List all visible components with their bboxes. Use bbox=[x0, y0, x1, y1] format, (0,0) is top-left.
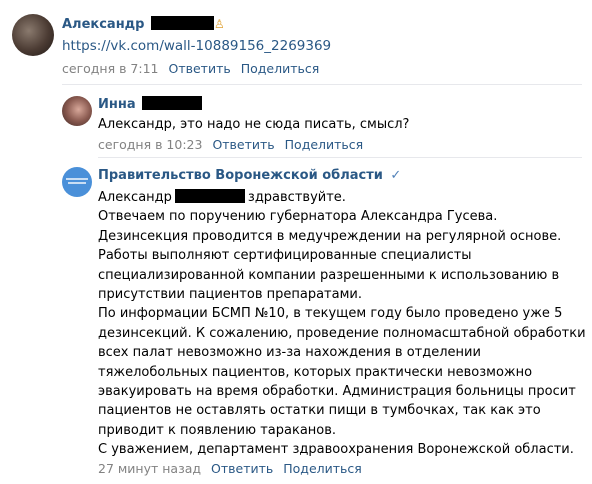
comment-meta: сегодня в 10:23 Ответить Поделиться bbox=[98, 137, 363, 152]
comment-meta: сегодня в 7:11 Ответить Поделиться bbox=[62, 61, 319, 76]
comment-line: Дезинсекция проводится в медучреждении н… bbox=[98, 228, 562, 244]
avatar[interactable] bbox=[62, 167, 92, 197]
checkmark-icon: ✓ bbox=[390, 168, 402, 183]
comment-line: эвакуировать на время обработки. Админис… bbox=[98, 384, 576, 400]
author-name[interactable]: Инна bbox=[98, 97, 136, 112]
comment-line: тяжелобольных пациентов, которых практич… bbox=[98, 364, 533, 380]
comment-time[interactable]: сегодня в 7:11 bbox=[62, 61, 159, 76]
comment-author[interactable]: Инна bbox=[98, 96, 203, 112]
share-button[interactable]: Поделиться bbox=[285, 137, 364, 152]
reply-button[interactable]: Ответить bbox=[211, 461, 273, 476]
comment-line: присутствии пациентов препаратами. bbox=[98, 287, 362, 303]
comment-line: Работы выполняют сертифицированные специ… bbox=[98, 248, 472, 264]
comment-body: Александр здравствуйте. Отвечаем по поруч… bbox=[98, 188, 586, 460]
emoji-icon: ♙ bbox=[214, 17, 225, 31]
avatar[interactable] bbox=[12, 14, 54, 56]
comment-line: приводит к появлению тараканов. bbox=[98, 422, 337, 438]
comment-line: По информации БСМП №10, в текущем году б… bbox=[98, 306, 563, 322]
comment-address-line: Александр здравствуйте. bbox=[98, 188, 586, 207]
comment-time[interactable]: 27 минут назад bbox=[98, 461, 201, 476]
reply-button[interactable]: Ответить bbox=[168, 61, 230, 76]
comment-line: пациентов не оставлять остатки пищи в ту… bbox=[98, 403, 541, 419]
author-name[interactable]: Александр bbox=[62, 17, 145, 32]
comment-line: специализированной компании разрешенными… bbox=[98, 267, 560, 283]
comment-meta: 27 минут назад Ответить Поделиться bbox=[98, 461, 362, 476]
share-button[interactable]: Поделиться bbox=[241, 61, 320, 76]
comment-line: всех палат невозможно из-за нахождения в… bbox=[98, 345, 481, 361]
redacted-block bbox=[142, 96, 203, 110]
reply-button[interactable]: Ответить bbox=[212, 137, 274, 152]
share-button[interactable]: Поделиться bbox=[283, 461, 362, 476]
divider bbox=[62, 84, 582, 85]
comment-line: дезинсекций. К сожалению, проведение пол… bbox=[98, 325, 586, 341]
greeting-text: здравствуйте. bbox=[247, 190, 346, 205]
comment-line: Отвечаем по поручению губернатора Алекса… bbox=[98, 209, 498, 225]
redacted-block bbox=[174, 189, 245, 203]
address-name[interactable]: Александр bbox=[98, 190, 172, 205]
divider bbox=[98, 157, 582, 158]
comment-author[interactable]: Александр ♙ bbox=[62, 16, 225, 32]
comment-time[interactable]: сегодня в 10:23 bbox=[98, 137, 202, 152]
comment-author[interactable]: Правительство Воронежской области ✓ bbox=[98, 168, 401, 183]
author-name[interactable]: Правительство Воронежской области bbox=[98, 168, 383, 183]
redacted-block bbox=[151, 16, 215, 30]
comment-link[interactable]: https://vk.com/wall-10889156_2269369 bbox=[62, 38, 331, 54]
avatar[interactable] bbox=[62, 96, 92, 126]
comment-line: С уважением, департамент здравоохранения… bbox=[98, 442, 574, 458]
comment-text: Александр, это надо не сюда писать, смыс… bbox=[98, 117, 410, 132]
